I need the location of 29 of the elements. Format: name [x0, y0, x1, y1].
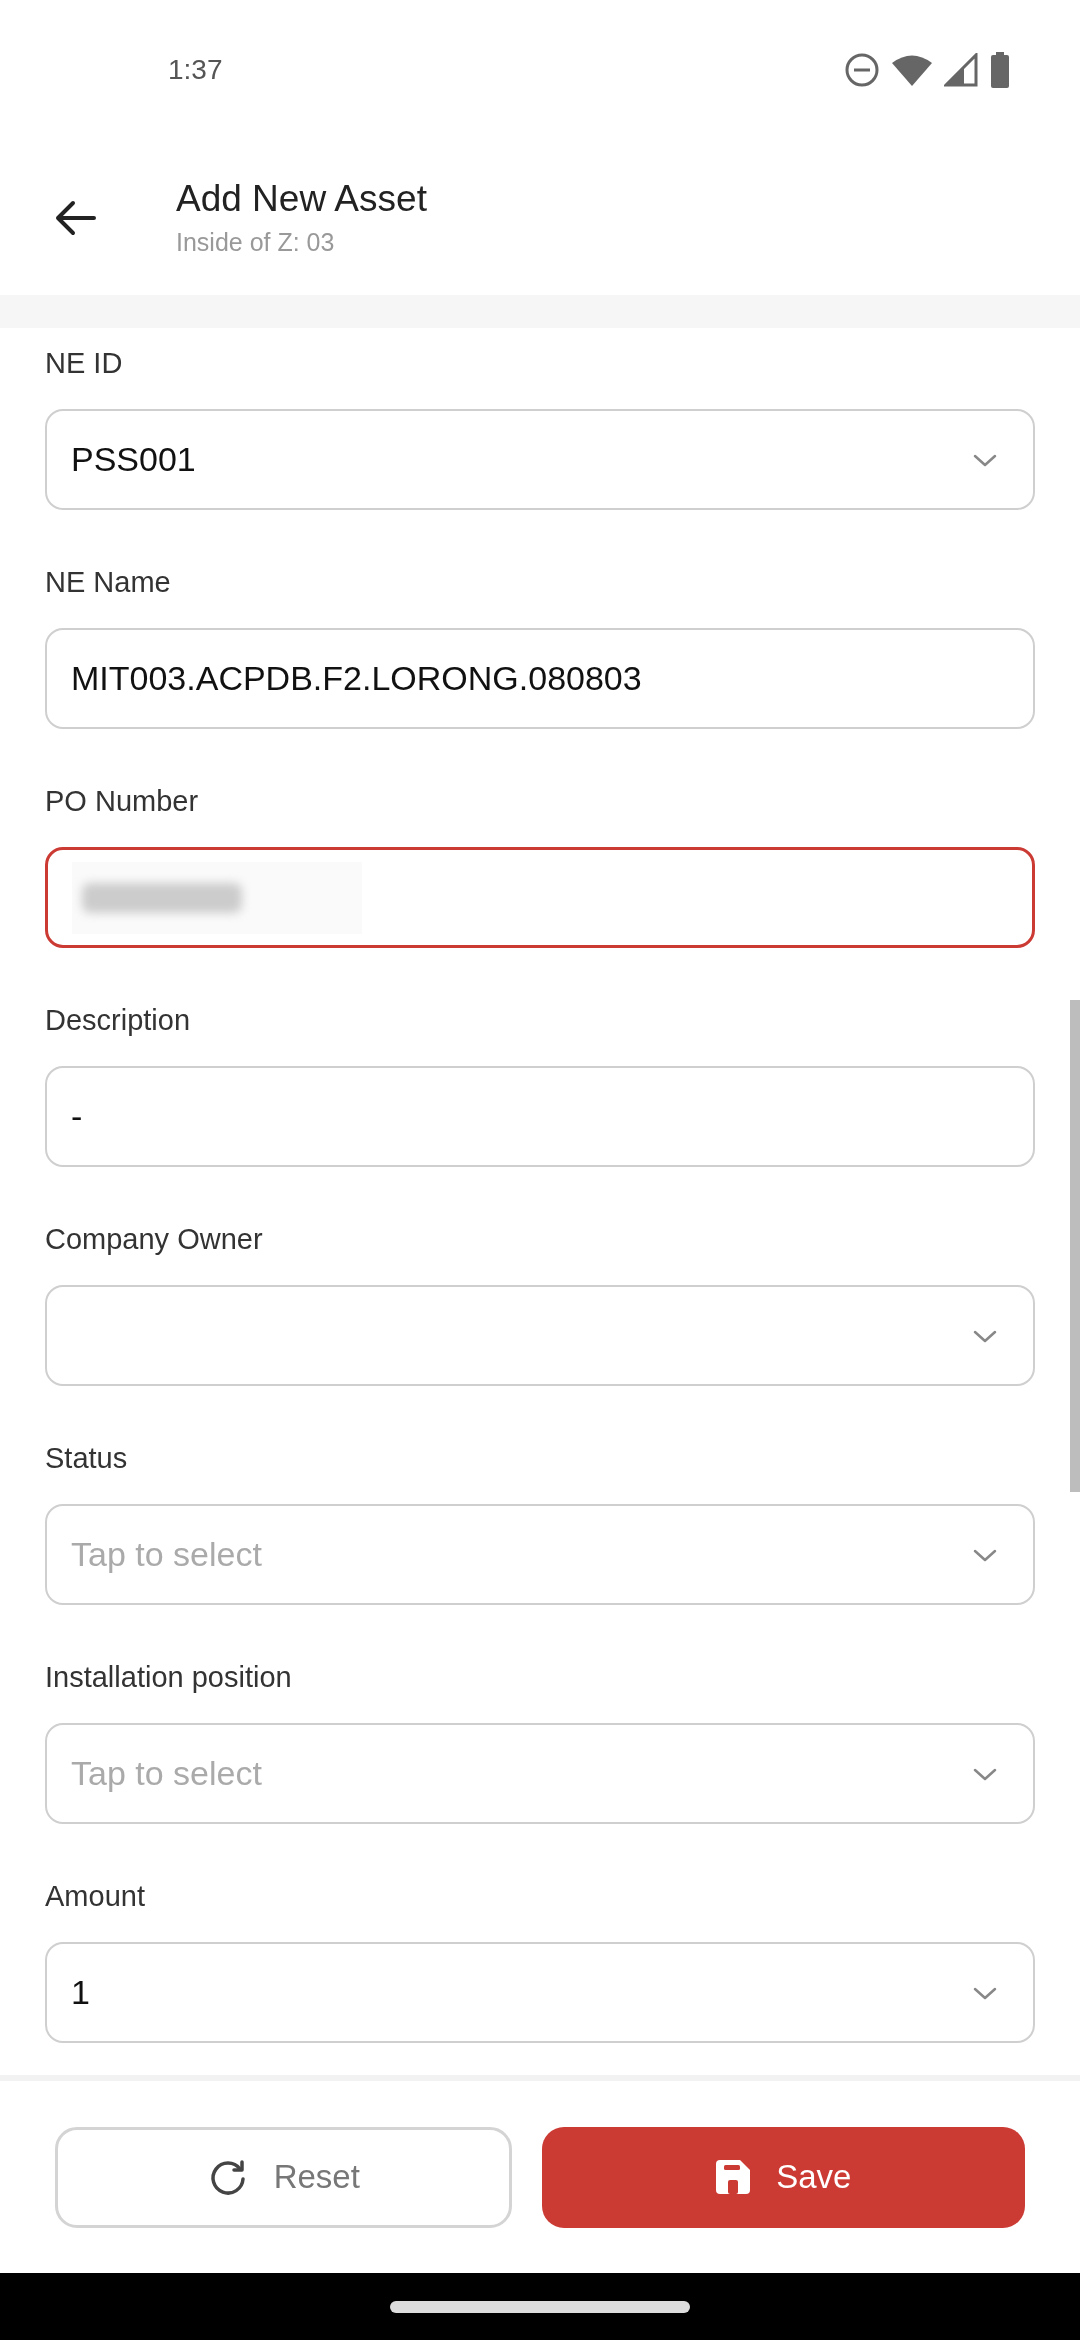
chevron-down-icon: [973, 1987, 997, 2001]
chevron-down-icon: [973, 454, 997, 468]
status-time: 1:37: [168, 54, 223, 86]
wifi-icon: [892, 54, 932, 86]
input-field[interactable]: -: [45, 1066, 1035, 1167]
field-label: Status: [45, 1441, 129, 1476]
input-field[interactable]: MIT003.ACPDB.F2.LORONG.080803: [45, 628, 1035, 729]
field-label: NE ID: [45, 346, 124, 381]
select-field[interactable]: PSS001: [45, 409, 1035, 510]
field-label: NE Name: [45, 565, 172, 600]
field-label: Company Owner: [45, 1222, 264, 1257]
home-indicator[interactable]: [390, 2300, 690, 2313]
select-field[interactable]: [45, 1285, 1035, 1386]
battery-icon: [990, 52, 1010, 88]
save-button[interactable]: Save: [542, 2126, 1025, 2228]
do-not-disturb-icon: [844, 52, 880, 88]
select-field[interactable]: 1: [45, 1942, 1035, 2043]
chevron-down-icon: [973, 1549, 997, 1563]
field-label: Description: [45, 1003, 192, 1038]
chevron-down-icon: [973, 1768, 997, 1782]
field-label: Installation position: [45, 1660, 293, 1695]
signal-icon: [944, 53, 978, 87]
page-subtitle: Inside of Z: 03: [176, 228, 336, 257]
chevron-down-icon: [973, 1330, 997, 1344]
page-title: Add New Asset: [176, 178, 427, 220]
reset-button[interactable]: Reset: [55, 2126, 513, 2228]
field-label: PO Number: [45, 784, 200, 819]
input-field[interactable]: [45, 847, 1035, 948]
field-label: Amount: [45, 1879, 146, 1914]
